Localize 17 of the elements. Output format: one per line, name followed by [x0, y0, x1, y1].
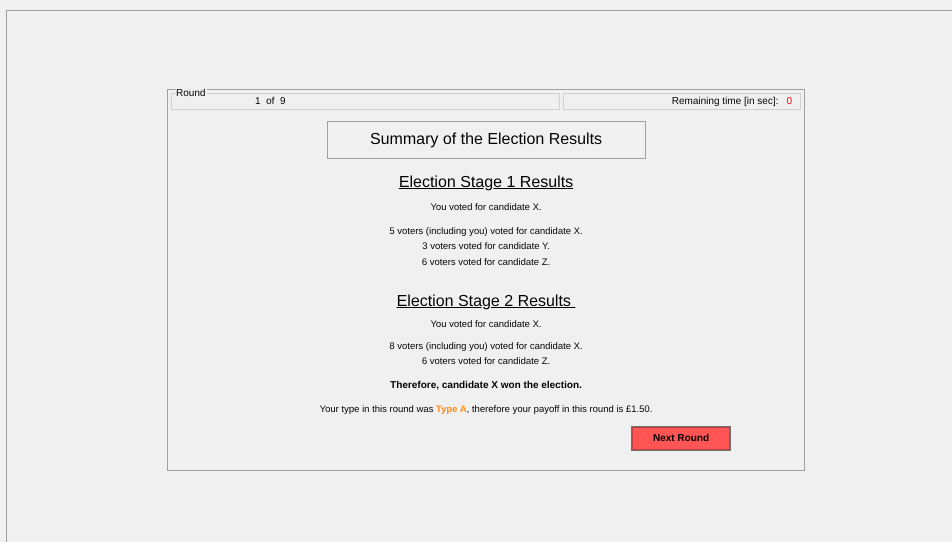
timer-label: Remaining time [in sec]: [672, 96, 778, 107]
next-round-button[interactable]: Next Round [631, 426, 731, 450]
summary-title: Summary of the Election Results [326, 121, 646, 159]
vote-tally: 5 voters (including you) voted for candidate X. [389, 224, 583, 238]
own-vote-text: You voted for candidate X. [430, 318, 542, 332]
conclusion-text: Therefore, candidate X won the election. [390, 378, 582, 392]
stage-heading: Election Stage 1 Results [398, 173, 574, 192]
timer-value: 0 [786, 96, 792, 107]
own-vote-text: You voted for candidate X. [430, 201, 542, 215]
round-counter: 1 of 9 [255, 96, 286, 107]
vote-tally: 6 voters voted for candidate Z. [422, 256, 550, 270]
vote-tally: 8 voters (including you) voted for candidate X. [389, 340, 583, 354]
stage-heading: Election Stage 2 Results [396, 292, 572, 311]
round-label: Round [176, 88, 208, 99]
vote-tally: 6 voters voted for candidate Z. [422, 355, 550, 369]
payoff-text: Your type in this round was Type A, therefore your payoff in this round is £1.50. [320, 403, 652, 417]
vote-tally: 3 voters voted for candidate Y. [422, 240, 550, 254]
